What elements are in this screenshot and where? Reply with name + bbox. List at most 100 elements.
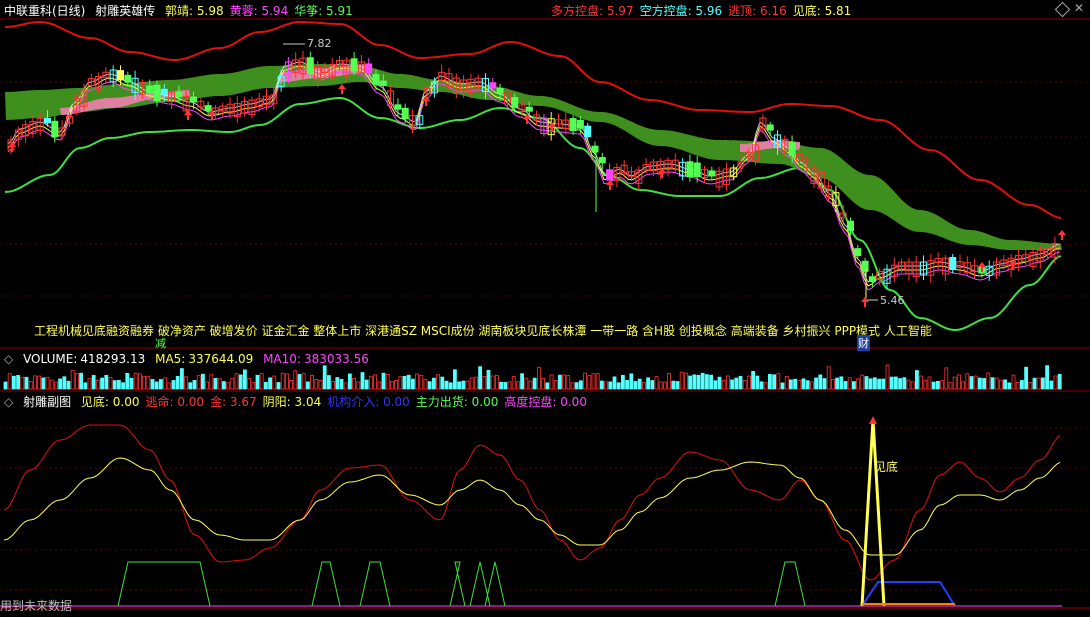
volume-bar bbox=[637, 378, 642, 390]
sub-blue-signal bbox=[861, 581, 956, 607]
volume-bar bbox=[999, 379, 1003, 390]
volume-bar bbox=[410, 378, 415, 390]
candle bbox=[686, 161, 694, 178]
volume-bar bbox=[1011, 374, 1016, 390]
volume-bar bbox=[121, 382, 125, 390]
volume-bar bbox=[1032, 377, 1037, 390]
volume-bar bbox=[163, 377, 168, 390]
volume-bar bbox=[629, 373, 634, 390]
volume-bar bbox=[948, 382, 953, 390]
volume-bar bbox=[511, 375, 516, 390]
volume-bar bbox=[587, 375, 592, 390]
main-stats-right: 多方控盘: 5.97 空方控盘: 5.96 逃顶: 6.16 见底: 5.81 bbox=[551, 2, 857, 20]
volume-bar bbox=[217, 378, 222, 390]
ma10-value: 383033.56 bbox=[303, 352, 369, 366]
high-label: 7.82 bbox=[307, 37, 332, 50]
volume-bar bbox=[209, 374, 214, 390]
volume-bar bbox=[343, 382, 348, 390]
volume-bar bbox=[385, 374, 390, 390]
candle bbox=[401, 107, 409, 120]
volume-bar bbox=[402, 375, 407, 390]
upper-envelope bbox=[4, 21, 1062, 219]
up-arrow-icon bbox=[1058, 230, 1066, 240]
volume-bar bbox=[280, 372, 285, 390]
candle bbox=[788, 141, 796, 156]
sub-yellow-spike bbox=[860, 419, 886, 607]
main-header: 中联重科(日线) 射雕英雄传 郭靖: 5.98 黄蓉: 5.94 华筝: 5.91 bbox=[4, 2, 365, 20]
volume-bar bbox=[259, 372, 264, 390]
volume-bar bbox=[919, 375, 923, 390]
volume-bar bbox=[881, 378, 886, 390]
volume-bar bbox=[482, 376, 487, 390]
volume-bar bbox=[339, 378, 344, 390]
volume-bar bbox=[831, 378, 835, 390]
volume-bar bbox=[1036, 377, 1041, 390]
volume-bar bbox=[936, 381, 940, 390]
volume-bar bbox=[129, 377, 134, 390]
volume-bar bbox=[263, 381, 268, 390]
volume-bar bbox=[79, 372, 83, 390]
ma5-value: 337644.09 bbox=[188, 352, 254, 366]
volume-bar bbox=[717, 376, 722, 390]
candle bbox=[496, 87, 504, 94]
volume-bar bbox=[604, 381, 608, 390]
volume-bar bbox=[377, 381, 382, 390]
volume-bar bbox=[368, 375, 373, 390]
volume-bar bbox=[843, 381, 848, 390]
volume-bar bbox=[230, 377, 235, 390]
volume-bar bbox=[335, 377, 340, 390]
volume-bar bbox=[927, 376, 932, 390]
volume-bar bbox=[688, 375, 692, 390]
volume-bar bbox=[41, 377, 46, 390]
volume-bar bbox=[137, 373, 142, 390]
stock-title[interactable]: 中联重科(日线) bbox=[4, 4, 85, 18]
volume-bar bbox=[755, 375, 760, 390]
indicator-name[interactable]: 射雕英雄传 bbox=[95, 4, 155, 18]
volume-bar bbox=[314, 379, 319, 390]
volume-bar bbox=[898, 378, 902, 390]
volume-bar bbox=[33, 375, 37, 390]
volume-bar bbox=[583, 372, 587, 390]
close-icon[interactable]: ✕ bbox=[1074, 1, 1084, 15]
volume-bar bbox=[789, 379, 793, 390]
volume-bar bbox=[944, 367, 949, 390]
volume-bar bbox=[24, 376, 29, 390]
volume-bar bbox=[272, 375, 277, 390]
panel-icon[interactable]: ◇ bbox=[4, 352, 13, 366]
volume-bar bbox=[3, 381, 8, 390]
volume-bar bbox=[579, 380, 583, 390]
volume-bar bbox=[49, 379, 54, 390]
volume-bar bbox=[75, 373, 79, 390]
volume-bar bbox=[852, 381, 856, 390]
candle bbox=[153, 84, 161, 102]
volume-bar bbox=[62, 376, 67, 390]
volume-bar bbox=[436, 374, 441, 390]
volume-bar bbox=[419, 374, 424, 390]
main-stats: 郭靖: 5.98 黄蓉: 5.94 华筝: 5.91 bbox=[165, 4, 359, 18]
footer-text: 用到未来数据 bbox=[0, 599, 73, 613]
volume-bar bbox=[226, 382, 231, 390]
volume-bar bbox=[553, 380, 558, 390]
volume-bar bbox=[532, 377, 537, 390]
volume-bar bbox=[952, 376, 957, 390]
volume-bar bbox=[780, 382, 785, 390]
volume-bar bbox=[100, 377, 104, 390]
candle bbox=[766, 124, 774, 131]
candle bbox=[525, 106, 533, 112]
volume-bar bbox=[331, 381, 336, 390]
volume-bar bbox=[894, 376, 898, 390]
panel-icon[interactable]: ◇ bbox=[4, 395, 13, 409]
volume-bar bbox=[910, 381, 915, 390]
volume-bar bbox=[864, 376, 869, 390]
volume-bar bbox=[612, 376, 617, 390]
sub-stat-6: 高度控盘: 0.00 bbox=[504, 395, 587, 409]
volume-bar bbox=[600, 380, 604, 390]
volume-bar bbox=[398, 376, 403, 390]
volume-bar bbox=[213, 378, 218, 390]
sub-header: ◇ 射雕副图 见底: 0.00 逃命: 0.00 金: 3.67 阴阳: 3.04 机构… bbox=[4, 393, 599, 411]
sub-title[interactable]: 射雕副图 bbox=[23, 395, 71, 409]
candle bbox=[204, 105, 212, 111]
volume-bar bbox=[297, 374, 302, 390]
volume-bar bbox=[621, 374, 625, 390]
main-stat-2: 华筝: 5.91 bbox=[294, 4, 353, 18]
